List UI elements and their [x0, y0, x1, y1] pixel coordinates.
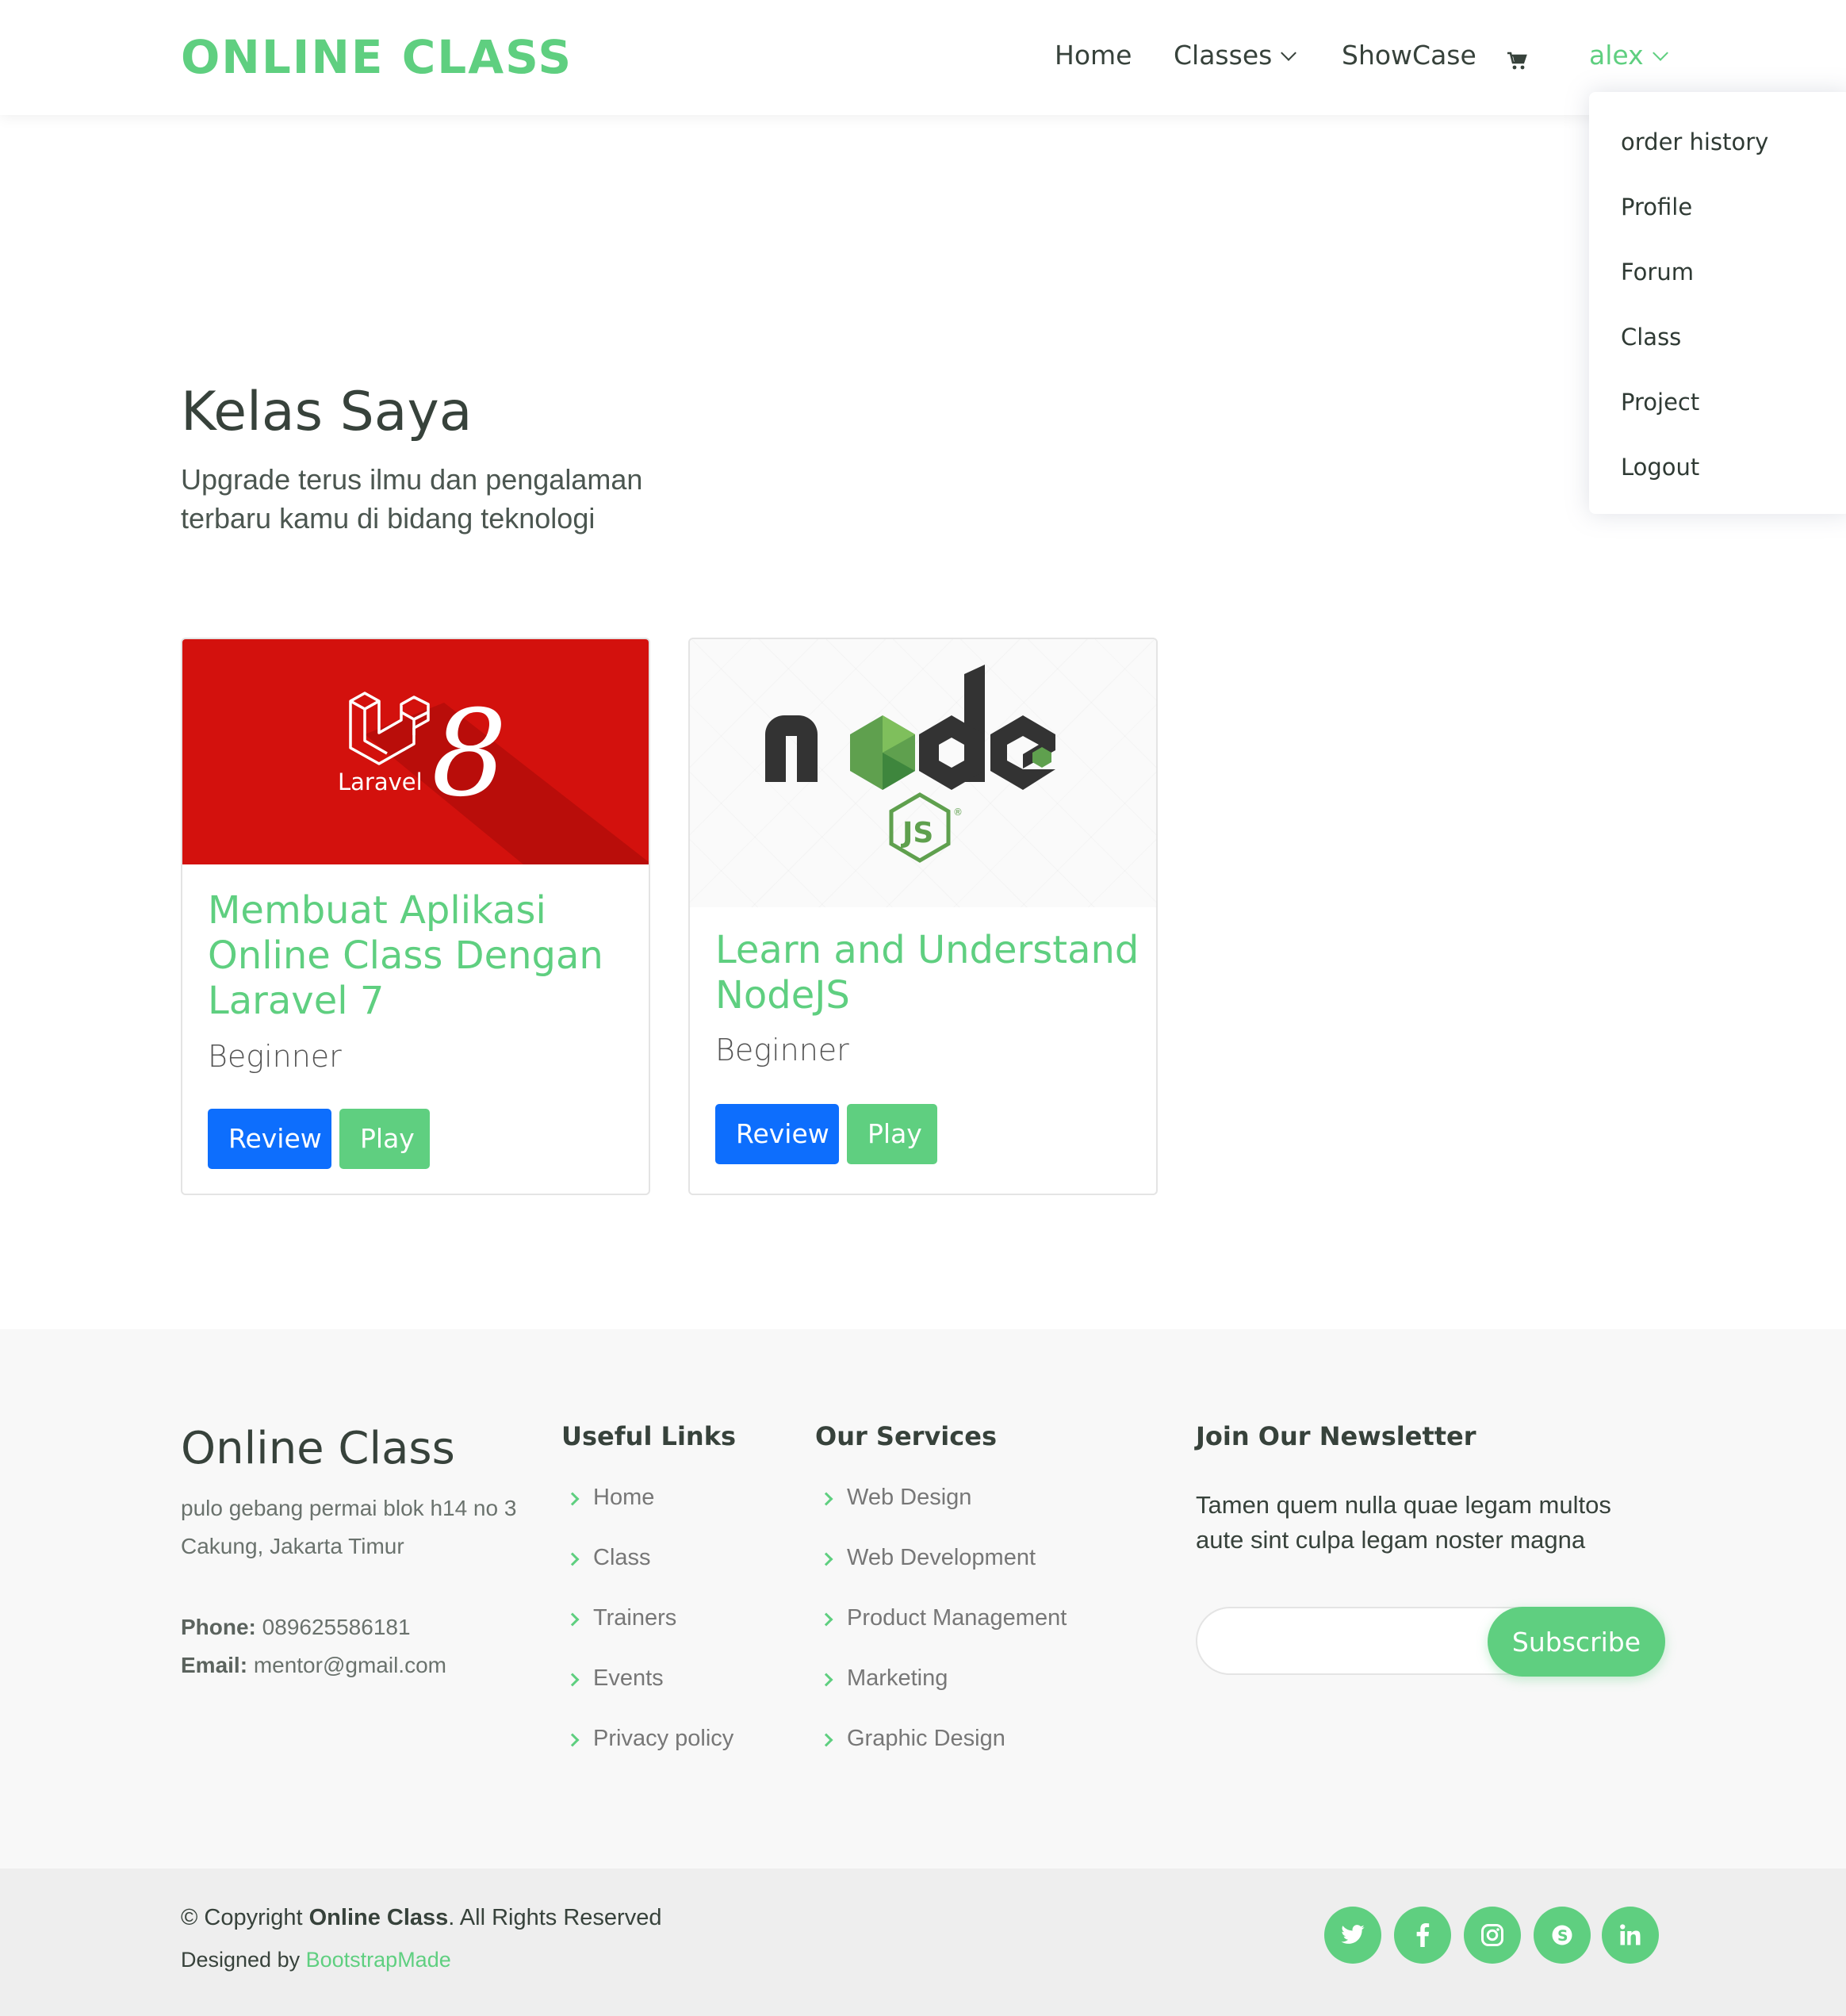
phone-label: Phone:	[181, 1615, 256, 1639]
svg-text:Laravel: Laravel	[338, 768, 423, 795]
nav-home[interactable]: Home	[1055, 40, 1132, 71]
cart-link[interactable]	[1507, 46, 1527, 77]
footer: Online Class pulo gebang permai blok h14…	[0, 1329, 1846, 1868]
facebook-icon	[1416, 1923, 1430, 1947]
page-title: Kelas Saya	[181, 381, 473, 443]
laravel-logo: Laravel 8	[338, 685, 649, 864]
copyright: © Copyright Online Class. All Rights Res…	[181, 1905, 662, 1930]
chevron-right-icon	[565, 1492, 580, 1506]
service-link-product-management[interactable]: Product Management	[817, 1605, 1067, 1665]
play-button[interactable]: Play	[339, 1109, 430, 1169]
skype-link[interactable]: S	[1534, 1907, 1591, 1964]
user-dropdown-menu: order history Profile Forum Class Projec…	[1589, 92, 1846, 514]
service-link-graphic-design[interactable]: Graphic Design	[817, 1726, 1067, 1786]
useful-links-list: Home Class Trainers Events Privacy polic…	[563, 1485, 733, 1786]
review-button[interactable]: Review	[715, 1104, 839, 1164]
footer-link-home[interactable]: Home	[563, 1485, 733, 1545]
service-link-web-design[interactable]: Web Design	[817, 1485, 1067, 1545]
nodejs-logo: JS ®	[765, 665, 1055, 863]
copyright-brand: Online Class	[308, 1905, 449, 1930]
site-header: ONLINE CLASS Home Classes ShowCase alex	[0, 0, 1846, 115]
play-button[interactable]: Play	[847, 1104, 937, 1164]
course-thumbnail-laravel[interactable]: Laravel 8	[182, 639, 649, 864]
phone-number: 089625586181	[262, 1615, 411, 1639]
footer-link-trainers[interactable]: Trainers	[563, 1605, 733, 1665]
course-card: Laravel 8 Membuat Aplikasi Online Class …	[181, 638, 650, 1195]
menu-item-profile[interactable]: Profile	[1589, 187, 1846, 252]
svg-text:S: S	[1557, 1928, 1568, 1945]
svg-text:JS: JS	[900, 817, 933, 849]
useful-links-heading: Useful Links	[561, 1421, 737, 1451]
nav-classes[interactable]: Classes	[1174, 40, 1297, 71]
course-title[interactable]: Learn and Understand NodeJS	[715, 928, 1143, 1018]
chevron-right-icon	[565, 1612, 580, 1627]
chevron-right-icon	[819, 1733, 833, 1747]
footer-brand: Online Class	[181, 1423, 455, 1474]
service-link-web-development[interactable]: Web Development	[817, 1545, 1067, 1605]
footer-bottom: © Copyright Online Class. All Rights Res…	[0, 1868, 1846, 2016]
subscribe-button[interactable]: Subscribe	[1488, 1607, 1665, 1677]
course-level: Beginner	[715, 1033, 849, 1067]
menu-item-order-history[interactable]: order history	[1589, 122, 1846, 187]
email-address: mentor@gmail.com	[253, 1653, 446, 1677]
skype-icon: S	[1552, 1925, 1572, 1945]
twitter-icon	[1341, 1925, 1365, 1944]
chevron-right-icon	[819, 1492, 833, 1506]
facebook-link[interactable]	[1394, 1907, 1451, 1964]
chevron-right-icon	[565, 1733, 580, 1747]
nav-classes-label: Classes	[1174, 40, 1273, 71]
chevron-down-icon	[1652, 45, 1668, 61]
course-thumbnail-nodejs[interactable]: JS ®	[690, 639, 1156, 907]
svg-text:8: 8	[431, 685, 507, 823]
user-name: alex	[1589, 40, 1644, 71]
review-button[interactable]: Review	[208, 1109, 331, 1169]
menu-item-forum[interactable]: Forum	[1589, 252, 1846, 317]
newsletter-heading: Join Our Newsletter	[1196, 1421, 1476, 1451]
nav-showcase[interactable]: ShowCase	[1342, 40, 1476, 71]
chevron-right-icon	[565, 1673, 580, 1687]
course-title[interactable]: Membuat Aplikasi Online Class Dengan Lar…	[208, 888, 636, 1024]
page-subtitle: Upgrade terus ilmu dan pengalaman terbar…	[181, 463, 643, 535]
svg-text:®: ®	[953, 807, 963, 818]
user-menu-toggle[interactable]: alex	[1589, 40, 1668, 71]
footer-link-events[interactable]: Events	[563, 1665, 733, 1726]
course-card: JS ® Learn and Understand NodeJS Beginne…	[688, 638, 1158, 1195]
twitter-link[interactable]	[1324, 1907, 1381, 1964]
menu-item-logout[interactable]: Logout	[1589, 447, 1846, 512]
footer-link-privacy[interactable]: Privacy policy	[563, 1726, 733, 1786]
chevron-right-icon	[565, 1552, 580, 1566]
email-label: Email:	[181, 1653, 248, 1677]
services-heading: Our Services	[815, 1421, 997, 1451]
services-list: Web Design Web Development Product Manag…	[817, 1485, 1067, 1786]
service-link-marketing[interactable]: Marketing	[817, 1665, 1067, 1726]
site-logo[interactable]: ONLINE CLASS	[181, 30, 573, 84]
chevron-right-icon	[819, 1612, 833, 1627]
course-level: Beginner	[208, 1039, 342, 1074]
footer-contact: Phone: 089625586181 Email: mentor@gmail.…	[181, 1608, 446, 1684]
footer-address: pulo gebang permai blok h14 no 3 Cakung,…	[181, 1496, 517, 1558]
menu-item-class[interactable]: Class	[1589, 317, 1846, 382]
linkedin-link[interactable]	[1602, 1907, 1659, 1964]
newsletter-text: Tamen quem nulla quae legam multos aute …	[1196, 1491, 1611, 1554]
chevron-down-icon	[1281, 45, 1297, 61]
menu-item-project[interactable]: Project	[1589, 382, 1846, 447]
newsletter-email-input[interactable]	[1216, 1623, 1470, 1661]
cart-icon	[1507, 52, 1527, 70]
chevron-right-icon	[819, 1552, 833, 1566]
instagram-icon	[1481, 1924, 1503, 1946]
chevron-right-icon	[819, 1673, 833, 1687]
footer-link-class[interactable]: Class	[563, 1545, 733, 1605]
bootstrapmade-link[interactable]: BootstrapMade	[306, 1948, 451, 1972]
credits: Designed by BootstrapMade	[181, 1948, 451, 1972]
linkedin-icon	[1620, 1924, 1641, 1945]
instagram-link[interactable]	[1464, 1907, 1521, 1964]
